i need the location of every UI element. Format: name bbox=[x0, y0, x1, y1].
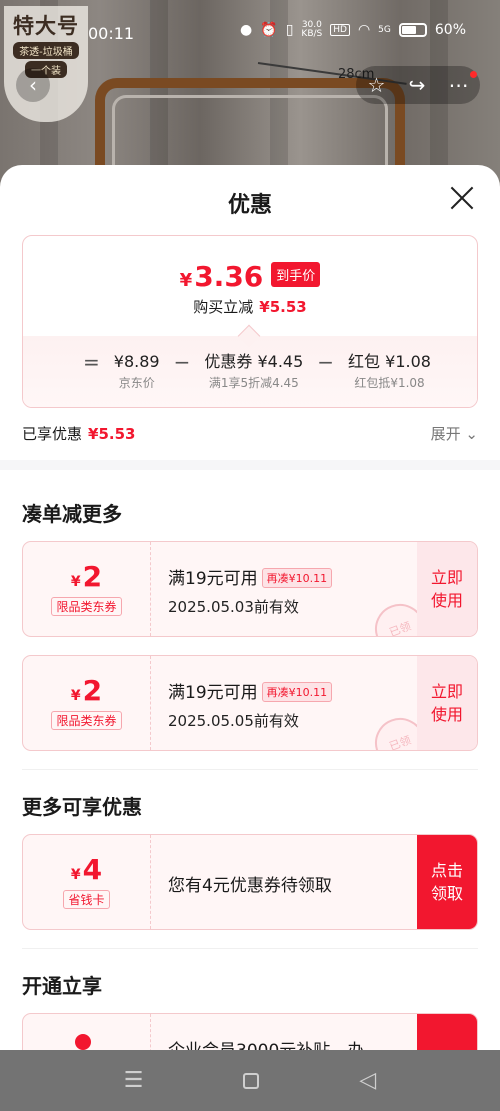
open-now-button[interactable]: 立即 bbox=[417, 1014, 477, 1050]
section-title-open-benefits: 开通立享 bbox=[22, 974, 102, 998]
use-now-button[interactable]: 立即 使用 bbox=[417, 656, 477, 750]
enjoyed-label: 已享优惠 bbox=[22, 425, 83, 443]
enterprise-member-card[interactable]: 企业会员3000元补贴，办 立即 bbox=[22, 1013, 478, 1050]
coupon-type-label: 限品类东券 bbox=[51, 711, 122, 730]
home-icon[interactable] bbox=[243, 1072, 260, 1089]
enjoyed-amount: ¥5.53 bbox=[88, 425, 136, 443]
coupon-type-label: 省钱卡 bbox=[63, 890, 110, 909]
divider bbox=[22, 769, 478, 770]
sheet-title: 优惠 bbox=[227, 193, 272, 218]
again-tag: 再凑¥10.11 bbox=[261, 682, 333, 702]
price-breakdown-card: ¥3.36 到手价 购买立减 ¥5.53 = ¥8.89 京东价 − 优惠券 ¥4… bbox=[22, 235, 478, 408]
coupon-info: 满19元可用 再凑¥10.11 2025.05.05前有效 bbox=[168, 678, 333, 731]
minus-sign: − bbox=[173, 350, 191, 374]
more-icon[interactable]: ⋯ bbox=[448, 73, 468, 97]
final-price: ¥3.36 bbox=[179, 260, 264, 293]
discount-sheet: 优惠 ¥3.36 到手价 购买立减 ¥5.53 = ¥8.89 京东价 − 优惠券… bbox=[0, 165, 500, 1050]
vibrate-icon: ▯ bbox=[285, 22, 294, 38]
coupon-info: 您有4元优惠券待领取 bbox=[168, 876, 332, 896]
net-speed: 30.0 KB/S bbox=[301, 20, 323, 39]
enjoyed-discount-row: 已享优惠 ¥5.53 展开 ⌄ bbox=[22, 423, 478, 444]
saving-card-coupon[interactable]: ¥4 省钱卡 您有4元优惠券待领取 点击 领取 bbox=[22, 834, 478, 930]
hd-icon: HD bbox=[330, 24, 350, 36]
back-triangle-icon[interactable]: ◁ bbox=[359, 1068, 376, 1093]
instant-reduce-row: 购买立减 ¥5.53 bbox=[23, 296, 477, 317]
notification-dot bbox=[470, 71, 477, 78]
status-time: 00:11 bbox=[88, 24, 135, 43]
alarm-icon: ⏰ bbox=[260, 22, 278, 38]
claim-button[interactable]: 点击 领取 bbox=[417, 835, 477, 929]
member-icon-area bbox=[23, 1014, 151, 1050]
section-divider bbox=[0, 460, 500, 470]
expand-toggle[interactable]: 展开 ⌄ bbox=[431, 423, 478, 444]
section-title-more-deals: 凑单减更多 bbox=[22, 502, 122, 526]
status-bar: 00:11 ● ⏰ ▯ 30.0 KB/S HD ◠ 5G 60% bbox=[0, 0, 500, 60]
calc-item-redpacket: 红包 ¥1.08 红包抵¥1.08 bbox=[348, 352, 431, 390]
minus-sign: − bbox=[317, 350, 335, 374]
coupon-card[interactable]: ¥2 限品类东券 满19元可用 再凑¥10.11 2025.05.05前有效 已领… bbox=[22, 655, 478, 751]
status-icons: ● ⏰ ▯ 30.0 KB/S HD ◠ 5G 60% bbox=[240, 21, 466, 39]
share-icon[interactable]: ↪ bbox=[409, 73, 426, 97]
coupon-value: ¥2 限品类东券 bbox=[23, 656, 151, 750]
coupon-value: ¥2 限品类东券 bbox=[23, 542, 151, 636]
star-icon[interactable]: ☆ bbox=[368, 73, 386, 97]
reduce-label: 购买立减 bbox=[193, 298, 254, 316]
coupon-type-label: 限品类东券 bbox=[51, 597, 122, 616]
menu-icon[interactable]: ☰ bbox=[124, 1068, 144, 1093]
close-button[interactable] bbox=[446, 183, 478, 215]
drop-icon: ● bbox=[240, 22, 253, 38]
coupon-expire: 2025.05.05前有效 bbox=[168, 712, 299, 730]
coupon-card[interactable]: ¥2 限品类东券 满19元可用 再凑¥10.11 2025.05.03前有效 已领… bbox=[22, 541, 478, 637]
section-title-more-benefits: 更多可享优惠 bbox=[22, 795, 142, 819]
chevron-left-icon: ‹ bbox=[29, 73, 37, 97]
wifi-icon: ◠ bbox=[357, 22, 371, 38]
divider bbox=[22, 948, 478, 949]
equals-sign: = bbox=[83, 350, 100, 374]
product-liner bbox=[112, 95, 388, 175]
price-calculation: = ¥8.89 京东价 − 优惠券 ¥4.45 满1享5折减4.45 − 红包 … bbox=[23, 351, 477, 391]
calc-item-jd-price: ¥8.89 京东价 bbox=[113, 352, 160, 390]
location-pin-icon bbox=[75, 1034, 91, 1050]
final-price-row: ¥3.36 到手价 bbox=[23, 260, 477, 293]
chevron-down-icon: ⌄ bbox=[465, 425, 478, 443]
member-info: 企业会员3000元补贴，办 bbox=[168, 1036, 364, 1050]
top-action-group: ☆ ↪ ⋯ bbox=[356, 66, 480, 104]
system-nav-bar: ☰ ◁ bbox=[0, 1050, 500, 1111]
battery-percent: 60% bbox=[434, 22, 466, 38]
coupon-expire: 2025.05.03前有效 bbox=[168, 598, 299, 616]
battery-icon bbox=[398, 23, 427, 37]
use-now-button[interactable]: 立即 使用 bbox=[417, 542, 477, 636]
reduce-amount: ¥5.53 bbox=[259, 298, 307, 316]
coupon-info: 满19元可用 再凑¥10.11 2025.05.03前有效 bbox=[168, 564, 333, 617]
signal-icon: 5G bbox=[378, 25, 391, 35]
back-button[interactable]: ‹ bbox=[16, 68, 50, 102]
again-tag: 再凑¥10.11 bbox=[261, 568, 333, 588]
coupon-value: ¥4 省钱卡 bbox=[23, 835, 151, 929]
final-price-tag: 到手价 bbox=[271, 262, 321, 287]
calc-item-coupon: 优惠券 ¥4.45 满1享5折减4.45 bbox=[204, 352, 304, 390]
